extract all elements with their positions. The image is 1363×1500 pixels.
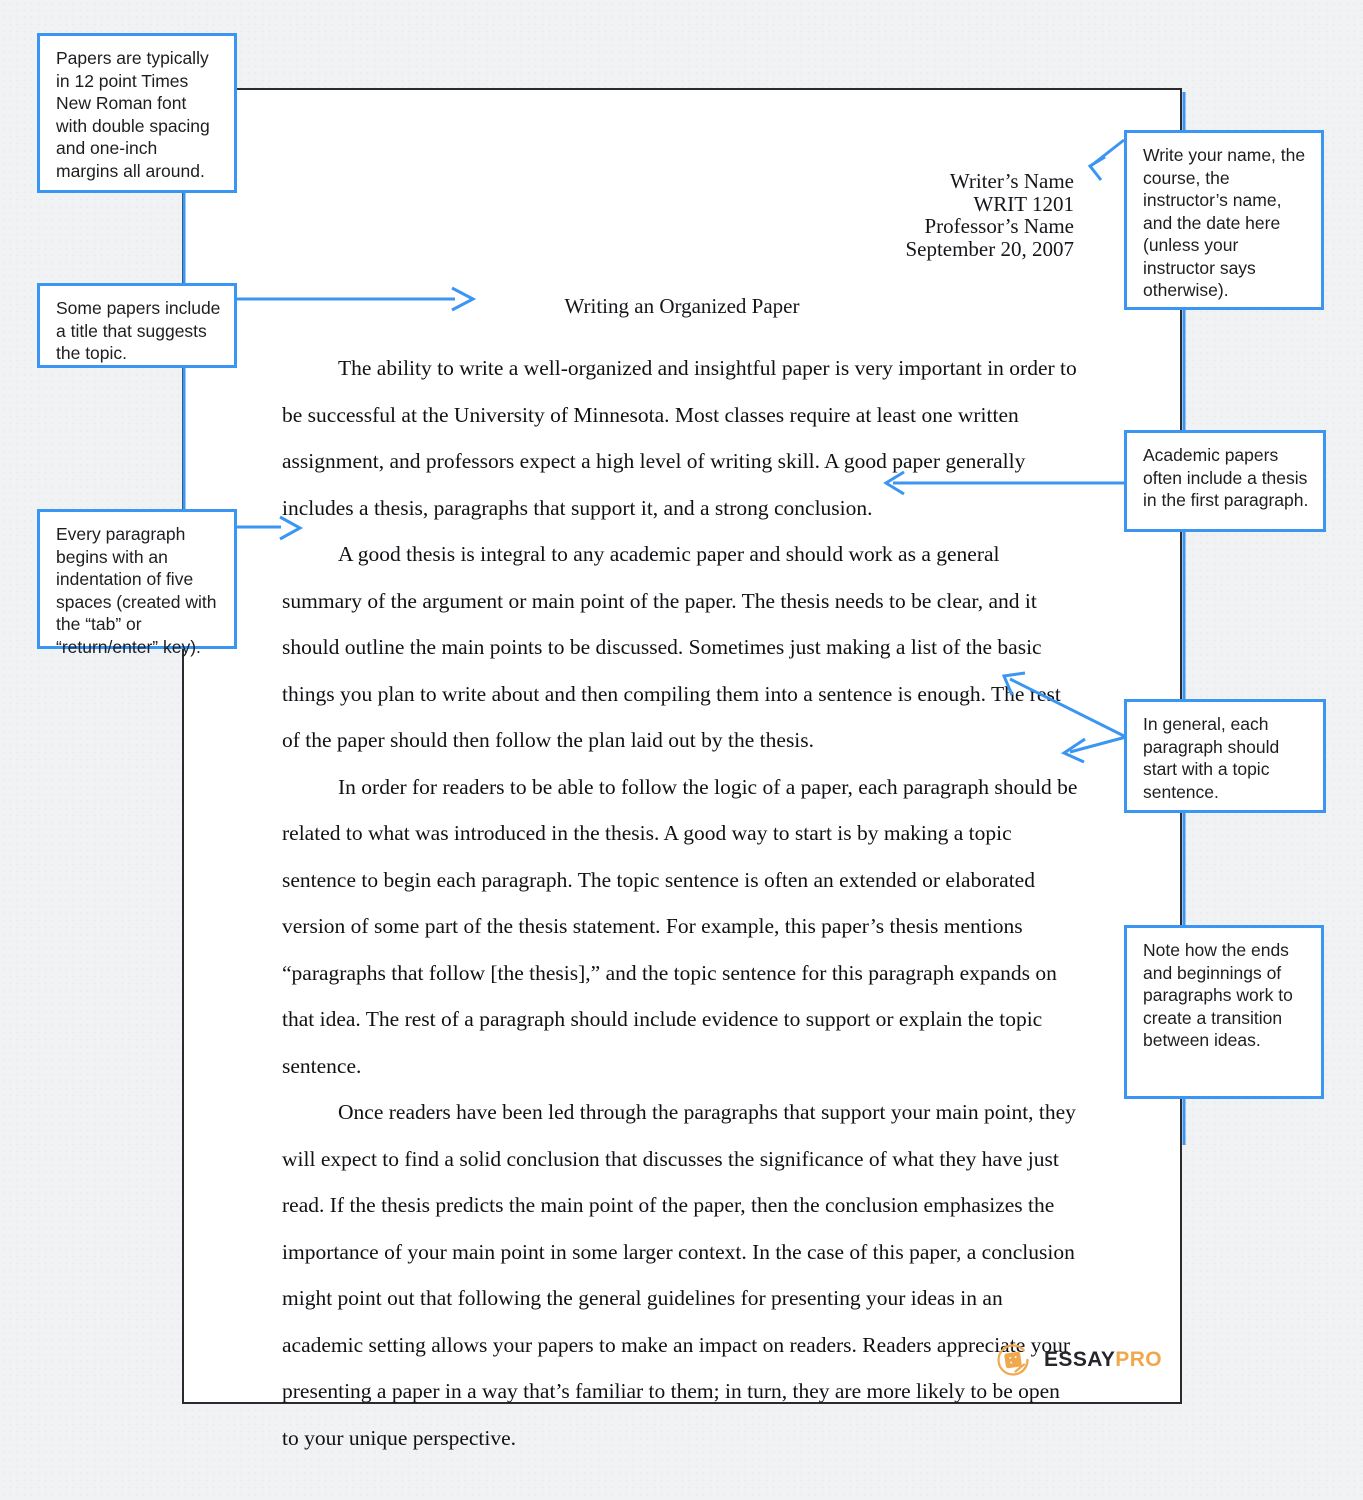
annotation-transitions[interactable]: Note how the ends and beginnings of para…: [1124, 925, 1324, 1099]
document-heading-block: Writer’s Name WRIT 1201 Professor’s Name…: [282, 170, 1082, 260]
annotation-topic-sentence[interactable]: In general, each paragraph should start …: [1124, 699, 1326, 813]
document-body: Writer’s Name WRIT 1201 Professor’s Name…: [282, 170, 1082, 1461]
document-paragraph-2: A good thesis is integral to any academi…: [282, 542, 1061, 753]
document-paragraph-1: The ability to write a well-organized an…: [282, 356, 1077, 520]
document-paragraph-4: Once readers have been led through the p…: [282, 1100, 1076, 1450]
document-title: Writing an Organized Paper: [564, 294, 800, 319]
annotation-heading-block[interactable]: Write your name, the course, the instruc…: [1124, 130, 1324, 310]
annotation-transitions-text: Note how the ends and beginnings of para…: [1143, 940, 1293, 1050]
essaypro-logo[interactable]: ESSAYPRO: [993, 1340, 1162, 1380]
annotation-title-note[interactable]: Some papers include a title that suggest…: [37, 283, 237, 368]
annotation-heading-block-text: Write your name, the course, the instruc…: [1143, 145, 1306, 300]
annotation-topic-sentence-text: In general, each paragraph should start …: [1143, 714, 1280, 802]
annotation-title-note-text: Some papers include a title that suggest…: [56, 298, 221, 363]
heading-course: WRIT 1201: [973, 191, 1074, 216]
annotation-indentation-text: Every paragraph begins with an indentati…: [56, 524, 217, 657]
heading-writer-name: Writer’s Name: [949, 169, 1074, 193]
logo-word-pro: PRO: [1115, 1348, 1162, 1371]
annotation-thesis-text: Academic papers often include a thesis i…: [1143, 445, 1309, 510]
essaypro-logo-text: ESSAYPRO: [1044, 1348, 1162, 1372]
annotation-formatting-text: Papers are typically in 12 point Times N…: [56, 48, 210, 181]
screenshot-stage: Papers are typically in 12 point Times N…: [0, 0, 1363, 1500]
annotation-thesis[interactable]: Academic papers often include a thesis i…: [1124, 430, 1326, 532]
annotation-formatting[interactable]: Papers are typically in 12 point Times N…: [37, 33, 237, 193]
annotation-indentation[interactable]: Every paragraph begins with an indentati…: [37, 509, 237, 657]
heading-date: September 20, 2007: [905, 236, 1074, 261]
heading-professor-name: Professor’s Name: [924, 214, 1074, 239]
logo-word-essay: ESSAY: [1044, 1348, 1116, 1371]
document-paragraph-3: In order for readers to be able to follo…: [282, 774, 1078, 1078]
essaypro-mark-icon: [997, 1344, 1029, 1376]
document-page: Writer’s Name WRIT 1201 Professor’s Name…: [182, 88, 1182, 1450]
